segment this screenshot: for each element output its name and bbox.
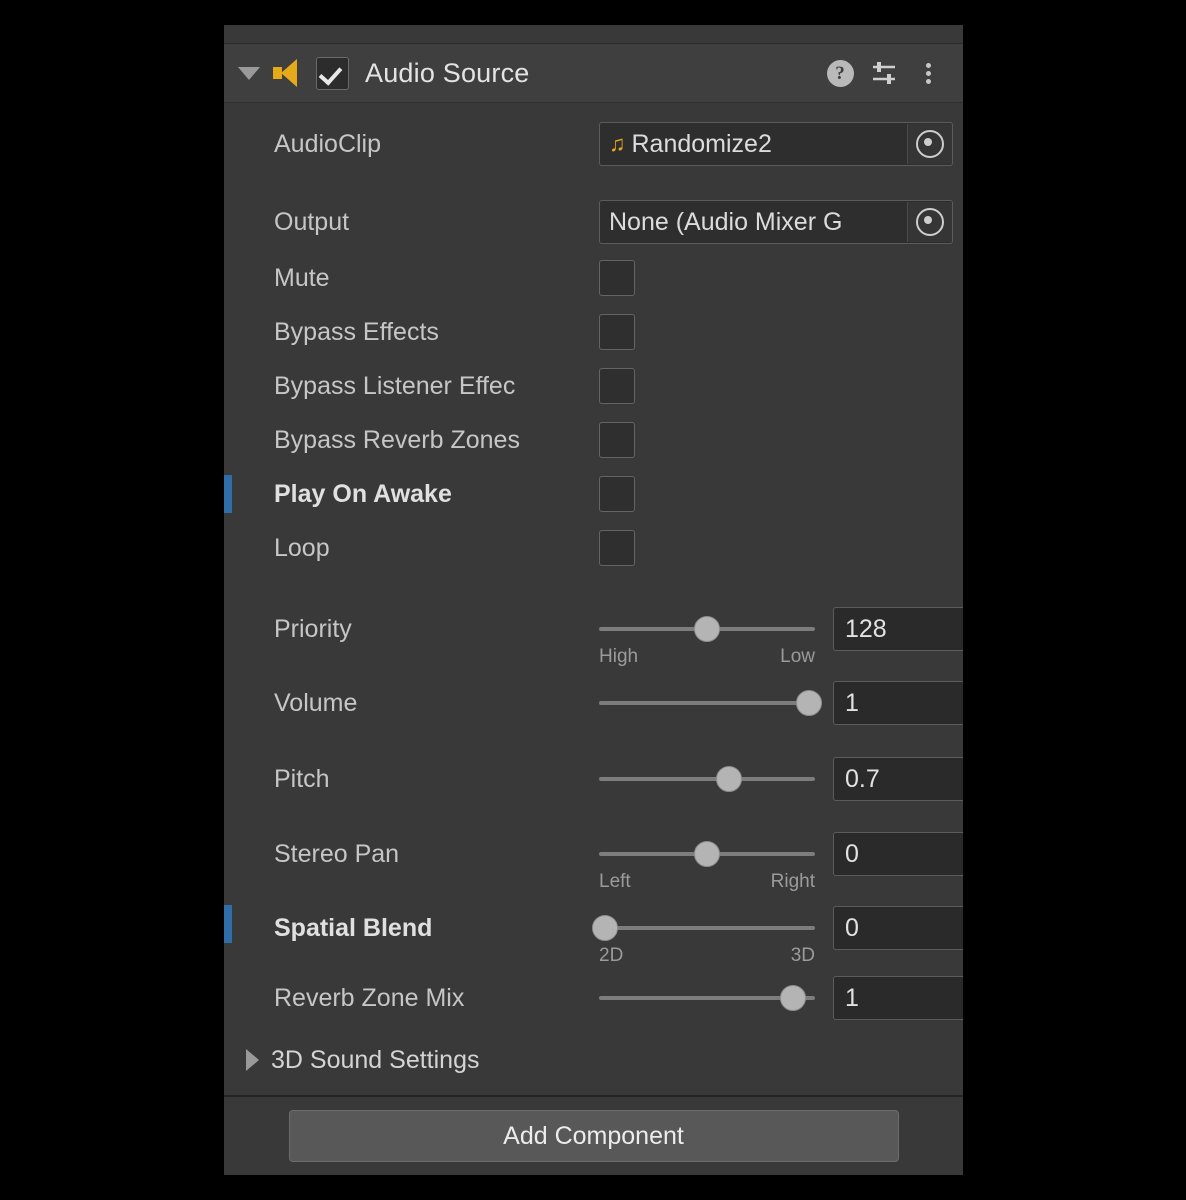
field-label: Reverb Zone Mix	[274, 983, 465, 1012]
slider-max-label: 3D	[790, 945, 815, 966]
field-row-stereo-pan: Stereo Pan Left Right 0	[224, 817, 963, 892]
loop-checkbox[interactable]	[599, 530, 635, 566]
prefab-override-marker	[224, 905, 232, 943]
field-label: Volume	[274, 688, 358, 717]
slider-range-labels: Left Right	[599, 871, 815, 893]
component-header[interactable]: Audio Source ?	[224, 44, 963, 103]
add-component-button[interactable]: Add Component	[288, 1110, 899, 1162]
pitch-number-field[interactable]: 0.7	[833, 757, 963, 801]
field-row-loop: Loop	[224, 521, 963, 575]
output-value: None (Audio Mixer G	[609, 207, 843, 236]
object-picker-icon[interactable]	[907, 202, 952, 242]
component-body: AudioClip ♫ Randomize2 Output None (Audi…	[224, 103, 963, 1095]
field-row-bypass-effects: Bypass Effects	[224, 305, 963, 359]
volume-number-field[interactable]: 1	[833, 681, 963, 725]
field-label: AudioClip	[274, 129, 382, 158]
slider-range-labels: 2D 3D	[599, 945, 815, 967]
stereo-pan-value: 0	[845, 839, 859, 868]
volume-value: 1	[845, 688, 859, 717]
pitch-slider[interactable]	[599, 762, 815, 796]
reverb-zone-mix-slider[interactable]	[599, 981, 815, 1015]
play-on-awake-checkbox[interactable]	[599, 476, 635, 512]
slider-handle[interactable]	[795, 690, 822, 716]
slider-min-label: Left	[599, 871, 631, 892]
reverb-zone-mix-value: 1	[845, 983, 859, 1012]
field-label: Bypass Listener Effec	[274, 371, 516, 400]
field-row-spatial-blend: Spatial Blend 2D 3D 0	[224, 891, 963, 966]
mute-checkbox[interactable]	[599, 260, 635, 296]
field-row-mute: Mute	[224, 251, 963, 305]
audioclip-object-field[interactable]: ♫ Randomize2	[599, 122, 953, 166]
priority-number-field[interactable]: 128	[833, 607, 963, 651]
slider-handle[interactable]	[592, 915, 619, 941]
field-label: Pitch	[274, 764, 330, 793]
output-object-field[interactable]: None (Audio Mixer G	[599, 200, 953, 244]
bypass-reverb-zones-checkbox[interactable]	[599, 422, 635, 458]
slider-handle[interactable]	[780, 985, 807, 1011]
slider-handle[interactable]	[715, 766, 742, 792]
slider-handle[interactable]	[694, 841, 720, 867]
volume-slider[interactable]	[599, 686, 822, 720]
reverb-zone-mix-number-field[interactable]: 1	[833, 976, 963, 1020]
field-label: Spatial Blend	[274, 913, 433, 942]
field-row-bypass-reverb-zones: Bypass Reverb Zones	[224, 413, 963, 467]
preset-icon[interactable]	[867, 56, 901, 90]
component-foldout-icon[interactable]	[238, 66, 260, 80]
component-enabled-checkbox[interactable]	[316, 56, 349, 90]
priority-value: 128	[845, 614, 887, 643]
help-icon[interactable]: ?	[823, 56, 857, 90]
field-label: Stereo Pan	[274, 839, 400, 868]
field-row-bypass-listener-effects: Bypass Listener Effec	[224, 359, 963, 413]
field-label: Bypass Effects	[274, 317, 439, 346]
field-label: Bypass Reverb Zones	[274, 425, 520, 454]
audio-clip-icon: ♫	[609, 131, 626, 156]
spatial-blend-value: 0	[845, 913, 859, 942]
stereo-pan-slider[interactable]: Left Right	[599, 837, 815, 892]
field-row-pitch: Pitch 0.7	[224, 741, 963, 817]
field-label: Mute	[274, 263, 330, 292]
inspector-footer: Add Component	[224, 1097, 963, 1175]
slider-handle[interactable]	[694, 616, 720, 642]
prefab-override-marker	[224, 475, 232, 513]
bypass-listener-effects-checkbox[interactable]	[599, 368, 635, 404]
slider-min-label: 2D	[599, 945, 624, 966]
field-row-priority: Priority High Low 128	[224, 593, 963, 667]
more-menu-icon[interactable]	[911, 56, 945, 90]
field-row-play-on-awake: Play On Awake	[224, 467, 963, 521]
foldout-label: 3D Sound Settings	[271, 1045, 480, 1074]
field-label: Priority	[274, 614, 352, 643]
spatial-blend-number-field[interactable]: 0	[833, 906, 963, 950]
bypass-effects-checkbox[interactable]	[599, 314, 635, 350]
screen: Audio Source ? AudioClip ♫ Randomize2 Ou…	[0, 0, 1186, 1200]
stereo-pan-number-field[interactable]: 0	[833, 832, 963, 876]
field-row-volume: Volume 1	[224, 665, 963, 741]
speaker-icon	[272, 58, 306, 88]
foldout-3d-sound-settings[interactable]: 3D Sound Settings	[224, 1031, 963, 1089]
audioclip-value: Randomize2	[631, 129, 772, 158]
field-label: Output	[274, 207, 350, 236]
field-row-output: Output None (Audio Mixer G	[224, 193, 963, 251]
component-title: Audio Source	[365, 57, 530, 88]
object-picker-icon[interactable]	[907, 124, 952, 164]
field-row-reverb-zone-mix: Reverb Zone Mix 1	[224, 965, 963, 1031]
chevron-right-icon[interactable]	[246, 1049, 259, 1071]
inspector-panel: Audio Source ? AudioClip ♫ Randomize2 Ou…	[224, 25, 963, 1175]
spatial-blend-slider[interactable]: 2D 3D	[592, 911, 815, 966]
field-label: Loop	[274, 533, 330, 562]
priority-slider[interactable]: High Low	[599, 612, 815, 667]
panel-top-strip	[224, 25, 963, 44]
pitch-value: 0.7	[845, 764, 880, 793]
field-row-audioclip: AudioClip ♫ Randomize2	[224, 113, 963, 175]
field-label: Play On Awake	[274, 479, 452, 508]
slider-max-label: Right	[770, 871, 815, 892]
